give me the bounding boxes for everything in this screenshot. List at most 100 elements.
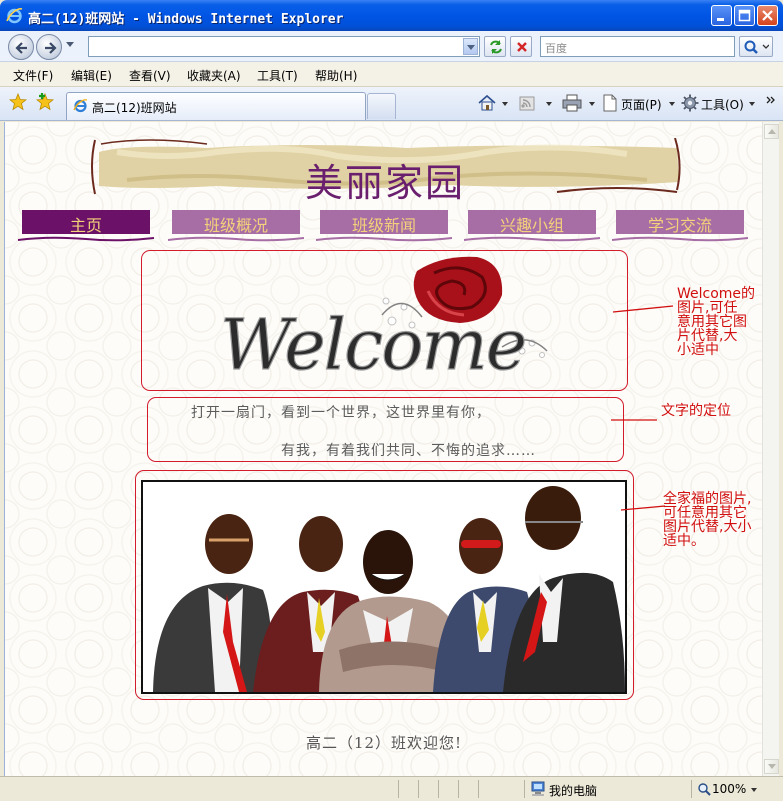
nav-study-exchange[interactable]: 学习交流: [612, 208, 748, 242]
refresh-icon: [490, 40, 502, 54]
search-button[interactable]: [739, 36, 773, 57]
annotation-line: 意用其它图: [677, 314, 747, 330]
print-icon[interactable]: [562, 93, 582, 113]
zoom-level[interactable]: 100%: [712, 782, 746, 796]
zoom-icon[interactable]: [697, 782, 711, 796]
nav-underline: [18, 236, 154, 242]
stop-icon: [517, 42, 527, 52]
minimize-button[interactable]: [711, 5, 732, 26]
annotation-line: Welcome的: [677, 286, 756, 302]
annotation-line: 小适中: [677, 342, 719, 358]
computer-zone-icon: [531, 781, 545, 796]
address-toolbar: 百度: [0, 31, 783, 62]
status-divider: [438, 780, 439, 798]
chevron-more-icon[interactable]: [766, 90, 776, 110]
home-dropdown[interactable]: [502, 102, 508, 106]
feeds-icon[interactable]: [519, 93, 537, 113]
ie-logo-icon: [6, 8, 23, 24]
nav-underline: [612, 236, 748, 242]
search-input[interactable]: 百度: [540, 36, 735, 57]
zoom-dropdown[interactable]: [751, 788, 757, 792]
nav-study-exchange-label: 学习交流: [647, 216, 712, 235]
status-divider: [691, 780, 692, 798]
nav-home-label: 主页: [69, 216, 102, 235]
nav-underline: [168, 236, 304, 242]
address-dropdown[interactable]: [463, 38, 478, 55]
new-tab-button[interactable]: [367, 93, 396, 119]
scroll-up-arrow[interactable]: [764, 124, 779, 139]
nav-interest-groups[interactable]: 兴趣小组: [464, 208, 600, 242]
stop-button[interactable]: [510, 36, 532, 57]
menu-edit[interactable]: 编辑(E): [71, 67, 112, 84]
page-dropdown[interactable]: [669, 102, 675, 106]
search-placeholder: 百度: [545, 42, 567, 55]
nav-home[interactable]: 主页: [18, 208, 154, 242]
maximize-button[interactable]: [734, 5, 755, 26]
group-photo: [141, 480, 627, 694]
nav-interest-groups-label: 兴趣小组: [499, 216, 564, 235]
add-favorite-icon[interactable]: [36, 93, 54, 111]
text-position-annotation: 文字的定位: [661, 403, 731, 419]
quote-line-1: 打开一扇门，看到一个世界，这世界里有你，: [191, 405, 491, 421]
status-divider: [458, 780, 459, 798]
menu-view[interactable]: 查看(V): [129, 67, 171, 84]
annotation-line: 适中。: [663, 533, 705, 549]
nav-class-overview-label: 班级概况: [203, 216, 268, 235]
status-divider: [398, 780, 399, 798]
footer-welcome: 高二（12）班欢迎您!: [305, 734, 463, 752]
status-divider: [524, 780, 525, 798]
page-viewport: 美丽家园 主页 班级概况 班级新闻 兴趣小组 学习交流 Welcome Welc…: [4, 122, 762, 776]
menu-help[interactable]: 帮助(H): [315, 67, 357, 84]
address-input[interactable]: [88, 36, 480, 57]
site-banner: 美丽家园: [87, 138, 683, 205]
menu-file[interactable]: 文件(F): [13, 67, 53, 84]
close-button[interactable]: [757, 5, 778, 26]
window-title: 高二(12)班网站 - Windows Internet Explorer: [28, 12, 344, 27]
forward-button[interactable]: [36, 34, 62, 60]
search-icon: [744, 40, 769, 54]
print-dropdown[interactable]: [589, 102, 595, 106]
welcome-word: Welcome: [220, 304, 525, 386]
maximize-icon: [738, 9, 751, 22]
nav-underline: [464, 236, 600, 242]
scroll-down-arrow[interactable]: [764, 759, 779, 774]
annotation-line: 图片,可任: [677, 300, 738, 316]
nav-class-overview[interactable]: 班级概况: [168, 208, 304, 242]
ie-page-icon: [73, 99, 88, 113]
tab-current[interactable]: 高二(12)班网站: [66, 92, 366, 120]
menu-favorites[interactable]: 收藏夹(A): [187, 67, 241, 84]
title-bar: 高二(12)班网站 - Windows Internet Explorer: [0, 0, 783, 31]
close-icon: [762, 10, 773, 21]
group-photo-annotation: 全家福的图片, 可任意用其它 图片代替,大小 适中。: [663, 492, 751, 548]
menu-bar: 文件(F) 编辑(E) 查看(V) 收藏夹(A) 工具(T) 帮助(H): [0, 62, 783, 87]
recent-pages-dropdown[interactable]: [66, 42, 74, 47]
page-icon[interactable]: [602, 93, 618, 113]
feeds-dropdown[interactable]: [546, 102, 552, 106]
nav-underline: [316, 236, 452, 242]
welcome-box: Welcome: [141, 250, 628, 391]
nav-class-news[interactable]: 班级新闻: [316, 208, 452, 242]
tools-dropdown[interactable]: [749, 102, 755, 106]
annotation-line: 可任意用其它: [663, 505, 747, 521]
favorites-star-icon[interactable]: [9, 93, 27, 111]
home-icon[interactable]: [477, 93, 497, 113]
back-button[interactable]: [8, 34, 34, 60]
welcome-annotation: Welcome的 图片,可任 意用其它图 片代替,大 小适中: [677, 287, 755, 357]
annotation-line: 全家福的图片,: [663, 491, 752, 507]
tools-gear-icon[interactable]: [681, 93, 699, 113]
back-arrow-icon: [15, 42, 27, 54]
banner-title: 美丽家园: [304, 161, 465, 205]
minimize-icon: [717, 18, 724, 21]
security-zone-label: 我的电脑: [549, 784, 598, 798]
vertical-scrollbar[interactable]: [762, 122, 779, 776]
welcome-image: Welcome: [219, 256, 548, 387]
menu-tools[interactable]: 工具(T): [257, 67, 298, 84]
tools-menu-label[interactable]: 工具(O): [701, 96, 744, 113]
tab-label: 高二(12)班网站: [92, 101, 177, 115]
status-divider: [478, 780, 479, 798]
refresh-button[interactable]: [484, 36, 506, 57]
annotation-line: 图片代替,大小: [663, 519, 752, 535]
page-menu-label[interactable]: 页面(P): [621, 96, 662, 113]
annotation-line: 片代替,大: [677, 328, 738, 344]
group-photo-image: [153, 486, 625, 692]
